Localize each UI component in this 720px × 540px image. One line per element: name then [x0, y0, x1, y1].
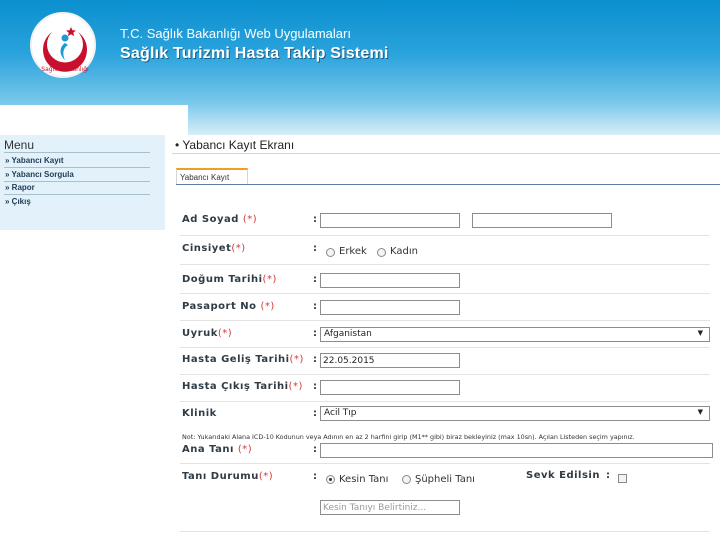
tab-yabanci-kayit[interactable]: Yabancı Kayıt: [176, 168, 248, 185]
colon: :: [313, 301, 317, 312]
ad-soyad-label: Ad Soyad (*): [182, 214, 258, 225]
required-mark: (*): [231, 243, 246, 254]
referral-checkbox[interactable]: [618, 474, 627, 483]
required-mark: (*): [237, 444, 253, 455]
logo-text: Sağlık Bakanlığı: [41, 66, 89, 73]
dropdown-arrow-icon: ▼: [697, 329, 703, 337]
last-name-input[interactable]: [472, 213, 612, 228]
row-divider: [180, 264, 710, 265]
sidebar-item-yabanci-kayit[interactable]: » Yabancı Kayıt: [5, 156, 64, 165]
clinic-select-value: Acil Tıp: [324, 408, 357, 418]
clinic-select[interactable]: Acil Tıp ▼: [320, 406, 710, 421]
ana-tani-label: Ana Tanı (*): [182, 444, 253, 455]
menu-title: Menu: [4, 138, 35, 152]
sidebar-item-rapor[interactable]: » Rapor: [5, 183, 35, 192]
row-divider: [180, 347, 710, 348]
page-title: • Yabancı Kayıt Ekranı: [175, 138, 295, 152]
required-mark: (*): [258, 471, 274, 482]
pasaport-no-label: Pasaport No (*): [182, 301, 275, 312]
row-divider: [180, 293, 710, 294]
colon: :: [313, 328, 317, 339]
diagnosis-definite-radio[interactable]: [326, 475, 335, 484]
colon: :: [313, 354, 317, 365]
sidebar-menu: Menu » Yabancı Kayıt » Yabancı Sorgula »…: [0, 135, 165, 230]
required-mark: (*): [242, 214, 258, 225]
tani-durumu-label: Tanı Durumu(*): [182, 471, 274, 482]
row-divider: [180, 235, 710, 236]
required-mark: (*): [288, 381, 303, 392]
birth-date-input[interactable]: [320, 273, 460, 288]
dogum-tarihi-label: Doğum Tarihi(*): [182, 274, 277, 285]
colon: :: [313, 471, 317, 482]
gender-female-radio[interactable]: [377, 248, 386, 257]
colon: :: [313, 444, 317, 455]
colon: :: [313, 243, 317, 254]
sidebar-item-cikis[interactable]: » Çıkış: [5, 197, 31, 206]
ministry-title: T.C. Sağlık Bakanlığı Web Uygulamaları: [120, 26, 351, 41]
row-divider: [180, 531, 710, 532]
passport-no-input[interactable]: [320, 300, 460, 315]
row-divider: [180, 463, 710, 464]
menu-divider: [4, 152, 150, 153]
colon: :: [606, 470, 610, 481]
colon: :: [313, 274, 317, 285]
nationality-select-value: Afganistan: [324, 329, 372, 339]
row-divider: [180, 320, 710, 321]
uyruk-label: Uyruk(*): [182, 328, 233, 339]
title-divider: [172, 153, 720, 154]
header-white-block: [0, 105, 188, 135]
sidebar-item-yabanci-sorgula[interactable]: » Yabancı Sorgula: [5, 170, 74, 179]
gender-male-label: Erkek: [339, 246, 367, 257]
cinsiyet-label: Cinsiyet(*): [182, 243, 246, 254]
ministry-logo: Sağlık Bakanlığı: [30, 12, 96, 78]
gender-male-radio[interactable]: [326, 248, 335, 257]
departure-date-input[interactable]: [320, 380, 460, 395]
menu-divider: [4, 181, 150, 182]
menu-divider: [4, 167, 150, 168]
tab-divider: [176, 184, 720, 185]
diagnosis-definite-label: Kesin Tanı: [339, 474, 389, 485]
gelis-tarihi-label: Hasta Geliş Tarihi(*): [182, 354, 304, 365]
row-divider: [180, 374, 710, 375]
system-title: Sağlık Turizmi Hasta Takip Sistemi: [120, 45, 389, 62]
required-mark: (*): [260, 301, 275, 312]
required-mark: (*): [217, 328, 233, 339]
first-name-input[interactable]: [320, 213, 460, 228]
nationality-select[interactable]: Afganistan ▼: [320, 327, 710, 342]
row-divider: [180, 401, 710, 402]
sevk-label: Sevk Edilsin: [526, 470, 600, 481]
diagnosis-suspected-radio[interactable]: [402, 475, 411, 484]
colon: :: [313, 381, 317, 392]
cikis-tarihi-label: Hasta Çıkış Tarihi(*): [182, 381, 303, 392]
dropdown-arrow-icon: ▼: [697, 408, 703, 416]
diagnosis-suspected-label: Şüpheli Tanı: [415, 474, 475, 485]
gender-female-label: Kadın: [390, 246, 418, 257]
required-mark: (*): [262, 274, 277, 285]
arrival-date-input[interactable]: [320, 353, 460, 368]
klinik-label: Klinik: [182, 408, 217, 419]
colon: :: [313, 408, 317, 419]
main-diagnosis-input[interactable]: [320, 443, 713, 458]
definite-diagnosis-input[interactable]: [320, 500, 460, 515]
icd-note: Not: Yukarıdaki Alana ICD-10 Kodunun vey…: [182, 433, 635, 441]
required-mark: (*): [289, 354, 304, 365]
colon: :: [313, 214, 317, 225]
menu-divider: [4, 194, 150, 195]
